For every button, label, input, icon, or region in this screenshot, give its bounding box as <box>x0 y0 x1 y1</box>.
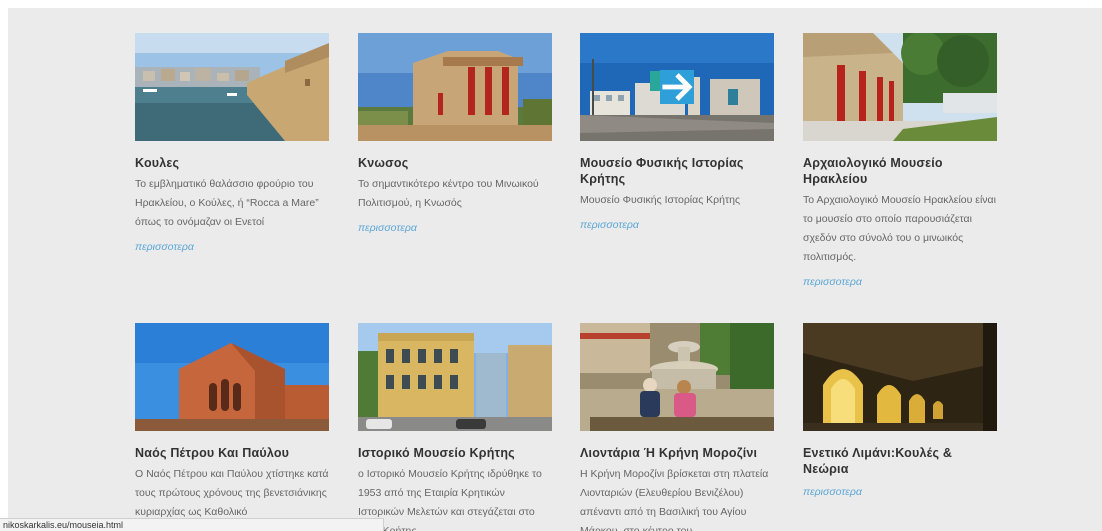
card-description: Το εμβληματικό θαλάσσιο φρούριο του Ηρακ… <box>135 178 319 228</box>
archaeological-museum-image <box>803 33 997 141</box>
card-knossos: Κνωσος Το σημαντικότερο κέντρο του Μινωι… <box>358 33 552 235</box>
koules-fortress-image <box>135 33 329 141</box>
card-title[interactable]: Ενετικό Λιμάνι:Κουλές & Νεώρια <box>803 445 997 477</box>
card-image-historical-museum[interactable] <box>358 323 552 431</box>
card-image-venetian-harbour[interactable] <box>803 323 997 431</box>
card-image-archaeological-museum[interactable] <box>803 33 997 141</box>
card-description: Το Αρχαιολογικό Μουσείο Ηρακλείου είναι … <box>803 194 996 263</box>
card-image-knossos[interactable] <box>358 33 552 141</box>
card-description: ο Ιστορικό Μουσείο Κρήτης ιδρύθηκε το 19… <box>358 468 542 531</box>
card-title[interactable]: Ιστορικό Μουσείο Κρήτης <box>358 445 552 461</box>
card-title[interactable]: Κνωσος <box>358 155 552 171</box>
card-more-link[interactable]: περισσοτερα <box>803 275 997 289</box>
card-more-link[interactable]: περισσοτερα <box>358 221 552 235</box>
card-title[interactable]: Μουσείο Φυσικής Ιστορίας Κρήτης <box>580 155 774 187</box>
card-description: Μουσείο Φυσικής Ιστορίας Κρήτης <box>580 194 741 206</box>
card-title[interactable]: Αρχαιολογικό Μουσείο Ηρακλείου <box>803 155 997 187</box>
card-description: Το σημαντικότερο κέντρο του Μινωικού Πολ… <box>358 178 539 209</box>
card-title[interactable]: Κουλες <box>135 155 329 171</box>
card-historical-museum: Ιστορικό Μουσείο Κρήτης ο Ιστορικό Μουσε… <box>358 323 552 531</box>
card-koules: Κουλες Το εμβληματικό θαλάσσιο φρούριο τ… <box>135 33 329 254</box>
card-natural-history-museum: Μουσείο Φυσικής Ιστορίας Κρήτης Μουσείο … <box>580 33 774 232</box>
card-archaeological-museum: Αρχαιολογικό Μουσείο Ηρακλείου Το Αρχαιο… <box>803 33 997 289</box>
status-bar-url: nikoskarkalis.eu/mouseia.html <box>0 518 384 531</box>
historical-museum-image <box>358 323 552 431</box>
card-more-link[interactable]: περισσοτερα <box>803 485 997 499</box>
card-venetian-harbour: Ενετικό Λιμάνι:Κουλές & Νεώρια περισσοτε… <box>803 323 997 499</box>
card-image-koules[interactable] <box>135 33 329 141</box>
venetian-harbour-arches-image <box>803 323 997 431</box>
card-morosini-fountain: Λιοντάρια Ή Κρήνη Μοροζίνι Η Κρήνη Μοροζ… <box>580 323 774 531</box>
card-church-peter-paul: Ναός Πέτρου Και Παύλου Ο Ναός Πέτρου και… <box>135 323 329 522</box>
church-peter-paul-image <box>135 323 329 431</box>
card-more-link[interactable]: περισσοτερα <box>580 218 774 232</box>
card-description: Ο Ναός Πέτρου και Παύλου χτίστηκε κατά τ… <box>135 468 329 518</box>
knossos-palace-image <box>358 33 552 141</box>
arrow-right-icon[interactable] <box>660 70 694 104</box>
card-image-morosini-fountain[interactable] <box>580 323 774 431</box>
card-title[interactable]: Ναός Πέτρου Και Παύλου <box>135 445 329 461</box>
museum-grid-page: Κουλες Το εμβληματικό θαλάσσιο φρούριο τ… <box>8 8 1102 531</box>
card-title[interactable]: Λιοντάρια Ή Κρήνη Μοροζίνι <box>580 445 774 461</box>
card-image-church-peter-paul[interactable] <box>135 323 329 431</box>
card-more-link[interactable]: περισσοτερα <box>135 240 329 254</box>
morosini-fountain-image <box>580 323 774 431</box>
card-description: Η Κρήνη Μοροζίνι βρίσκεται στη πλατεία Λ… <box>580 468 769 531</box>
card-image-natural-history-museum[interactable] <box>580 33 774 141</box>
